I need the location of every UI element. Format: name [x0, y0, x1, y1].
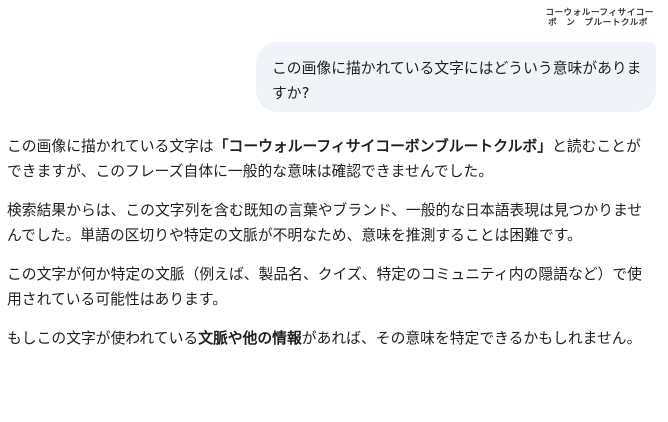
response-paragraph-2: 検索結果からは、この文字列を含む既知の言葉やブランド、一般的な日本語表現は見つか…	[7, 202, 643, 244]
user-message-text: この画像に描かれている文字にはどういう意味がありますか?	[272, 60, 642, 102]
response-paragraph-1: この画像に描かれている文字は「コーウォルーフィサイコーボンブルートクルボ」と読む…	[7, 134, 653, 184]
user-message-bubble: この画像に描かれている文字にはどういう意味がありますか?	[256, 42, 656, 112]
response-paragraph-3: この文字が何か特定の文脈（例えば、製品名、クイズ、特定のコミュニティ内の隠語など…	[7, 266, 642, 308]
attached-image-thumbnail[interactable]: コーウォルーフィサイコー ボ ン ブルートクルボ	[524, 8, 654, 34]
image-text-line-2: ボ ン ブルートクルボ	[548, 18, 648, 28]
response-p1-bold-phrase: 「コーウォルーフィサイコーボンブルートクルボ」	[213, 138, 552, 155]
response-paragraph-4: もしこの文字が使われている文脈や他の情報があれば、その意味を特定できるかもしれま…	[7, 326, 653, 351]
response-p4-before: もしこの文字が使われている	[7, 330, 199, 347]
response-p4-after: があれば、その意味を特定できるかもしれません。	[301, 330, 642, 347]
assistant-response: この画像に描かれている文字は「コーウォルーフィサイコーボンブルートクルボ」と読む…	[7, 134, 653, 365]
response-p4-bold-phrase: 文脈や他の情報	[198, 330, 302, 347]
response-p1-before: この画像に描かれている文字は	[7, 138, 214, 155]
image-text-line-1: コーウォルーフィサイコー	[545, 8, 654, 18]
